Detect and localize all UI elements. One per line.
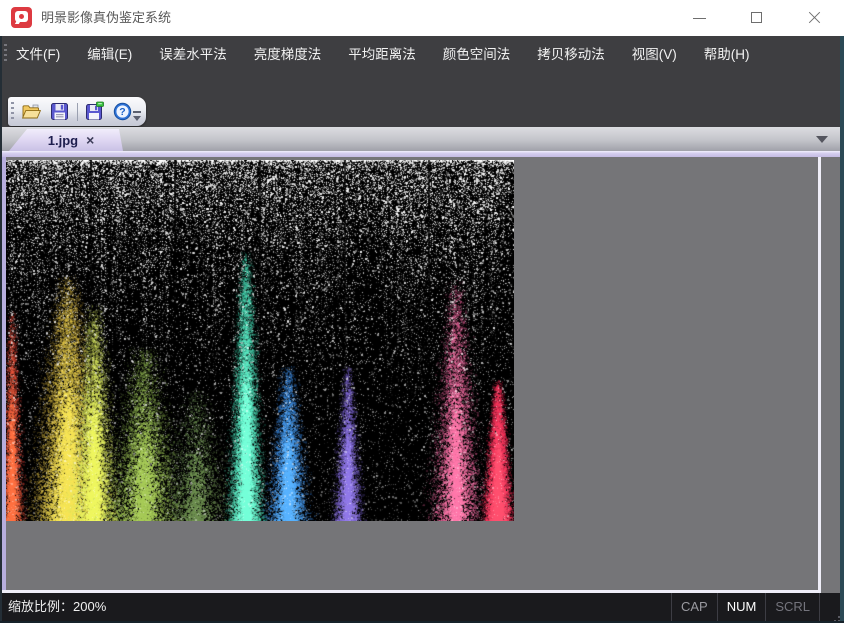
app-window: 明景影像真伪鉴定系统 文件(F) 编辑(E) 误差水平法 亮度梯度法 平均距离法… (0, 0, 844, 623)
save-as-button[interactable] (82, 99, 108, 124)
menu-item-edit[interactable]: 编辑(E) (87, 43, 132, 63)
tab-1jpg[interactable]: 1.jpg × (9, 129, 123, 151)
menu-item-average-distance[interactable]: 平均距离法 (348, 43, 416, 63)
status-bar: 缩放比例：200% CAP NUM SCRL (0, 593, 844, 621)
num-lock-indicator: NUM (717, 593, 766, 621)
open-folder-icon (21, 101, 42, 122)
menu-bar: 文件(F) 编辑(E) 误差水平法 亮度梯度法 平均距离法 颜色空间法 拷贝移动… (0, 36, 844, 70)
toolbar-separator (77, 103, 78, 121)
toolbar-dock: ? (0, 70, 844, 127)
tab-list-dropdown-icon[interactable] (816, 136, 828, 143)
tab-close-icon[interactable]: × (86, 133, 94, 147)
svg-text:?: ? (119, 106, 125, 118)
maximize-icon (751, 12, 762, 23)
caps-lock-indicator: CAP (671, 593, 717, 621)
menu-item-help[interactable]: 帮助(H) (704, 43, 750, 63)
toolbar-overflow-button[interactable] (132, 110, 142, 122)
menu-item-view[interactable]: 视图(V) (632, 43, 677, 63)
menu-grip-handle[interactable] (4, 44, 7, 62)
save-as-floppy-icon (84, 101, 105, 122)
maximize-button[interactable] (728, 0, 785, 36)
window-border-right (840, 36, 844, 623)
title-bar: 明景影像真伪鉴定系统 (0, 0, 844, 36)
scroll-lock-indicator: SCRL (765, 593, 820, 621)
menu-item-copy-move[interactable]: 拷贝移动法 (537, 43, 605, 63)
app-logo-icon (11, 7, 32, 28)
menu-item-color-space[interactable]: 颜色空间法 (443, 43, 511, 63)
zoom-level-text: 缩放比例：200% (8, 593, 106, 621)
toolbar-grip-handle[interactable] (11, 102, 14, 121)
menu-item-luminance-gradient[interactable]: 亮度梯度法 (254, 43, 322, 63)
close-button[interactable] (785, 0, 842, 36)
window-title: 明景影像真伪鉴定系统 (41, 0, 171, 36)
chevron-down-icon (133, 116, 141, 121)
save-button[interactable] (47, 99, 73, 124)
minimize-icon (693, 18, 706, 19)
help-icon: ? (112, 101, 133, 122)
window-border-left (0, 36, 2, 623)
tab-bar: 1.jpg × (0, 127, 844, 151)
menu-item-error-level[interactable]: 误差水平法 (159, 43, 227, 63)
open-file-button[interactable] (19, 99, 45, 124)
window-controls (671, 0, 842, 36)
keyboard-indicators: CAP NUM SCRL (671, 593, 820, 621)
save-floppy-icon (49, 101, 70, 122)
analysis-image-canvas[interactable] (6, 160, 514, 521)
menu-item-file[interactable]: 文件(F) (16, 43, 60, 63)
tab-label: 1.jpg (38, 133, 78, 148)
toolbar: ? (8, 97, 146, 126)
document-area (0, 157, 844, 593)
minimize-button[interactable] (671, 0, 728, 36)
view-frame-right (818, 157, 821, 593)
